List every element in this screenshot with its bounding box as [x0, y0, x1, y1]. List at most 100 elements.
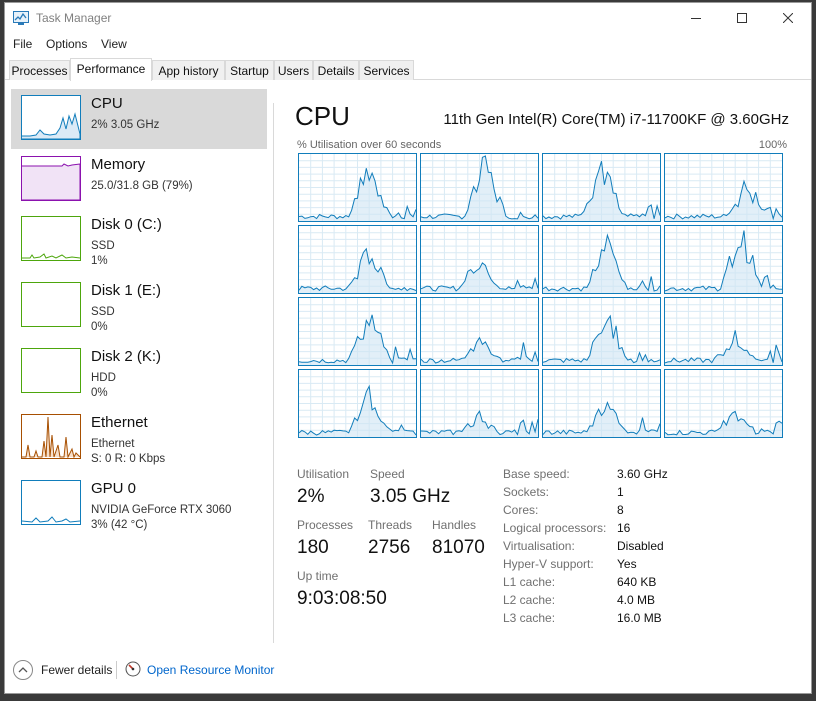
sidebar-item-title: Disk 1 (E:)	[91, 282, 162, 299]
sidebar-item-title: Ethernet	[91, 414, 148, 431]
sidebar-item-title: CPU	[91, 95, 123, 112]
sidebar-item-cpu[interactable]: CPU 2% 3.05 GHz	[11, 89, 267, 149]
sidebar-item-ethernet[interactable]: Ethernet Ethernet S: 0 R: 0 Kbps	[11, 408, 267, 468]
minimize-button[interactable]	[673, 3, 719, 33]
menu-bar: File Options View	[5, 34, 811, 54]
menu-options[interactable]: Options	[46, 37, 87, 51]
tab-details[interactable]: Details	[313, 60, 359, 80]
logical-processor-graph	[420, 369, 539, 438]
sidebar-item-detail: 0%	[91, 321, 108, 333]
threads-label: Threads	[368, 518, 413, 532]
core-graph-canvas	[664, 370, 783, 437]
logical-processor-graph	[542, 153, 661, 222]
footer-bar: Fewer details Open Resource Monitor	[5, 653, 811, 693]
logical-processor-graph	[420, 297, 539, 366]
sidebar-item-disk-1[interactable]: Disk 1 (E:) SSD 0%	[11, 276, 267, 336]
core-graph-canvas	[298, 298, 417, 365]
fewer-details-button[interactable]: Fewer details	[41, 663, 112, 677]
spec-value: 4.0 MB	[617, 593, 656, 607]
core-graph-canvas	[298, 226, 417, 293]
sidebar-item-disk-2[interactable]: Disk 2 (K:) HDD 0%	[11, 342, 267, 402]
sidebar-item-detail: S: 0 R: 0 Kbps	[91, 453, 166, 465]
handles-label: Handles	[432, 518, 477, 532]
spec-label: Logical processors:	[503, 521, 607, 535]
close-button[interactable]	[765, 3, 811, 33]
chevron-up-icon[interactable]	[13, 660, 33, 680]
core-graph-canvas	[542, 226, 661, 293]
tab-performance[interactable]: Performance	[70, 58, 152, 81]
processes-label: Processes	[297, 518, 354, 532]
sidebar-item-detail: 3% (42 °C)	[91, 519, 148, 531]
disk-1-thumbnail	[21, 282, 81, 327]
spec-label: L2 cache:	[503, 593, 556, 607]
spec-value: 1	[617, 485, 624, 499]
cpu-thumb-graph	[22, 112, 80, 139]
chevron-up-glyph	[18, 667, 28, 673]
sidebar-item-detail: 1%	[91, 255, 108, 267]
ethernet-thumbnail	[21, 414, 81, 459]
core-graph-canvas	[664, 226, 783, 293]
core-graph-canvas	[542, 298, 661, 365]
speed-value: 3.05 GHz	[370, 486, 451, 507]
logical-processor-graph	[420, 225, 539, 294]
spec-value: 640 KB	[617, 575, 657, 589]
core-graph-canvas	[664, 298, 783, 365]
memory-thumbnail	[21, 156, 81, 201]
spec-label: Sockets:	[503, 485, 550, 499]
spec-label: L1 cache:	[503, 575, 556, 589]
core-graph-canvas	[542, 370, 661, 437]
disk-0-thumbnail	[21, 216, 81, 261]
sidebar-item-type: SSD	[91, 306, 115, 318]
sidebar-item-disk-0[interactable]: Disk 0 (C:) SSD 1%	[11, 210, 267, 270]
utilisation-area	[543, 161, 660, 221]
menu-view[interactable]: View	[101, 37, 127, 51]
logical-processor-graph	[298, 225, 417, 294]
tab-users[interactable]: Users	[274, 60, 313, 80]
cpu-thumbnail	[21, 95, 81, 140]
resource-monitor-icon[interactable]	[125, 661, 141, 677]
ethernet-thumb-graph	[22, 416, 80, 458]
menu-file[interactable]: File	[13, 37, 32, 51]
tab-services[interactable]: Services	[359, 60, 414, 80]
logical-processor-graph	[664, 153, 783, 222]
footer-separator	[116, 661, 117, 679]
graph-max-label: 100%	[758, 139, 787, 151]
disk-0-thumb-graph	[22, 253, 80, 259]
sidebar-item-title: Disk 2 (K:)	[91, 348, 162, 365]
resource-list: CPU 2% 3.05 GHz Memory 25.0/31.8 GB (79%…	[11, 89, 267, 649]
pane-divider[interactable]	[273, 103, 274, 643]
spec-value: 16.0 MB	[617, 611, 662, 625]
core-graph-canvas	[420, 370, 539, 437]
memory-thumb-graph	[22, 163, 80, 200]
tab-app-history[interactable]: App history	[152, 60, 225, 80]
logical-processor-graph	[298, 369, 417, 438]
sidebar-item-type: Ethernet	[91, 438, 135, 450]
maximize-button[interactable]	[719, 3, 765, 33]
sidebar-item-memory[interactable]: Memory 25.0/31.8 GB (79%)	[11, 150, 267, 210]
logical-processor-graph	[664, 225, 783, 294]
core-graph-canvas	[420, 154, 539, 221]
sidebar-item-type: HDD	[91, 372, 116, 384]
speed-label: Speed	[370, 467, 405, 481]
core-graph-canvas	[298, 154, 417, 221]
sidebar-item-gpu-0[interactable]: GPU 0 NVIDIA GeForce RTX 3060 3% (42 °C)	[11, 474, 267, 534]
cpu-model-name: 11th Gen Intel(R) Core(TM) i7-11700KF @ …	[443, 111, 789, 128]
logical-processor-graph	[664, 297, 783, 366]
gpu-0-thumb-graph	[22, 516, 80, 523]
sidebar-item-detail: 2% 3.05 GHz	[91, 119, 160, 131]
utilisation-value: 2%	[297, 486, 325, 507]
logical-processor-graph	[664, 369, 783, 438]
uptime-value: 9:03:08:50	[297, 588, 387, 609]
title-bar[interactable]: Task Manager	[5, 3, 811, 33]
spec-label: L3 cache:	[503, 611, 556, 625]
disk-2-thumbnail	[21, 348, 81, 393]
open-resource-monitor-link[interactable]: Open Resource Monitor	[147, 663, 274, 677]
logical-processor-graphs[interactable]	[298, 153, 786, 441]
task-manager-window: Task Manager File Options View Processes…	[4, 2, 812, 694]
tab-startup[interactable]: Startup	[225, 60, 274, 80]
gpu-0-thumbnail	[21, 480, 81, 525]
spec-label: Cores:	[503, 503, 539, 517]
sidebar-item-type: SSD	[91, 240, 115, 252]
sidebar-item-detail: 0%	[91, 387, 108, 399]
tab-processes[interactable]: Processes	[9, 60, 70, 80]
